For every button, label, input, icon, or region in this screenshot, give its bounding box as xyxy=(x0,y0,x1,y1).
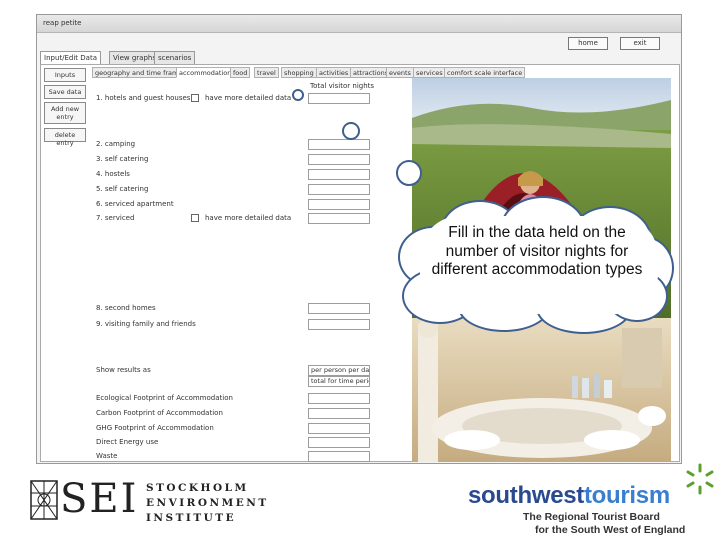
subtab-shopping[interactable]: shopping xyxy=(281,67,317,78)
row-label-visiting-family: 9. visiting family and friends xyxy=(96,320,196,328)
result-waste-value xyxy=(308,451,370,462)
tab-input-edit-data[interactable]: Input/Edit Data xyxy=(40,51,101,65)
row-label-self-catering-b: 5. self catering xyxy=(96,185,149,193)
hostels-nights-field[interactable] xyxy=(308,169,370,180)
serviced-apartment-nights-field[interactable] xyxy=(308,199,370,210)
results-option-total[interactable]: total for time period xyxy=(308,376,370,387)
detail-label-hotels: have more detailed data xyxy=(205,94,292,102)
bubble-dot-large xyxy=(396,160,422,186)
sei-mark: SEI xyxy=(60,476,139,522)
second-homes-nights-field[interactable] xyxy=(308,303,370,314)
swt-star-icon xyxy=(686,463,714,495)
subtab-comfort-scale[interactable]: comfort scale interface xyxy=(444,67,526,78)
detail-label-serviced: have more detailed data xyxy=(205,214,292,222)
swt-tourism: tourism xyxy=(583,482,670,509)
exit-button[interactable]: exit xyxy=(620,37,660,50)
swt-south: southwest xyxy=(468,482,584,509)
visiting-family-nights-field[interactable] xyxy=(308,319,370,330)
title-bar: reap petite xyxy=(37,15,681,33)
sei-line-stockholm: STOCKHOLM xyxy=(146,482,249,494)
home-button[interactable]: home xyxy=(568,37,608,50)
serviced-nights-field[interactable] xyxy=(308,213,370,224)
self-catering-b-nights-field[interactable] xyxy=(308,184,370,195)
row-label-second-homes: 8. second homes xyxy=(96,304,156,312)
row-label-self-catering-a: 3. self catering xyxy=(96,155,149,163)
row-label-camping: 2. camping xyxy=(96,140,136,148)
inputs-button[interactable]: Inputs xyxy=(44,68,86,82)
add-new-entry-button[interactable]: Add new entry xyxy=(44,102,86,124)
swt-logo-name: southwesttourism xyxy=(468,482,670,510)
detail-checkbox-hotels[interactable] xyxy=(191,94,199,102)
sei-line-environment: ENVIRONMENT xyxy=(146,497,269,509)
bubble-dot-small xyxy=(292,89,304,101)
subtab-activities[interactable]: activities xyxy=(316,67,352,78)
hotels-nights-field[interactable] xyxy=(308,93,370,104)
detail-checkbox-serviced[interactable] xyxy=(191,214,199,222)
result-carbon: Carbon Footprint of Accommodation xyxy=(96,409,223,417)
subtab-geography[interactable]: geography and time frame xyxy=(92,67,186,78)
window-title: reap petite xyxy=(43,19,82,27)
show-results-label: Show results as xyxy=(96,366,151,374)
row-label-hostels: 4. hostels xyxy=(96,170,130,178)
result-energy: Direct Energy use xyxy=(96,438,159,446)
row-label-serviced: 7. serviced xyxy=(96,214,135,222)
subtab-accommodation[interactable]: accommodation xyxy=(176,67,235,78)
tab-view-graphs[interactable]: View graphs xyxy=(109,51,160,64)
row-label-hotels: 1. hotels and guest houses xyxy=(96,94,191,102)
swt-tagline-2: for the South West of England xyxy=(535,524,686,536)
results-option-per-person[interactable]: per person per day xyxy=(308,365,370,376)
bubble-dot-medium xyxy=(342,122,360,140)
subtab-events[interactable]: events xyxy=(386,67,414,78)
subtab-attractions[interactable]: attractions xyxy=(350,67,392,78)
swt-tagline-1: The Regional Tourist Board xyxy=(523,511,660,523)
delete-entry-button[interactable]: delete entry xyxy=(44,128,86,147)
sei-line-institute: INSTITUTE xyxy=(146,512,237,524)
save-data-button[interactable]: Save data xyxy=(44,85,86,99)
total-nights-header: Total visitor nights xyxy=(310,82,375,90)
subtab-food[interactable]: food xyxy=(230,67,251,78)
result-waste: Waste xyxy=(96,452,118,460)
row-label-serviced-apartment: 6. serviced apartment xyxy=(96,200,174,208)
self-catering-nights-field[interactable] xyxy=(308,154,370,165)
tab-scenarios[interactable]: scenarios xyxy=(154,51,196,64)
result-ecological-value xyxy=(308,393,370,404)
result-ecological: Ecological Footprint of Accommodation xyxy=(96,394,233,402)
callout-text: Fill in the data held on the number of v… xyxy=(431,224,643,278)
result-carbon-value xyxy=(308,408,370,419)
result-ghg-value xyxy=(308,423,370,434)
sei-logo-icon xyxy=(30,480,58,520)
result-energy-value xyxy=(308,437,370,448)
camping-nights-field[interactable] xyxy=(308,139,370,150)
subtab-travel[interactable]: travel xyxy=(254,67,279,78)
subtab-services[interactable]: services xyxy=(413,67,446,78)
result-ghg: GHG Footprint of Accommodation xyxy=(96,424,214,432)
